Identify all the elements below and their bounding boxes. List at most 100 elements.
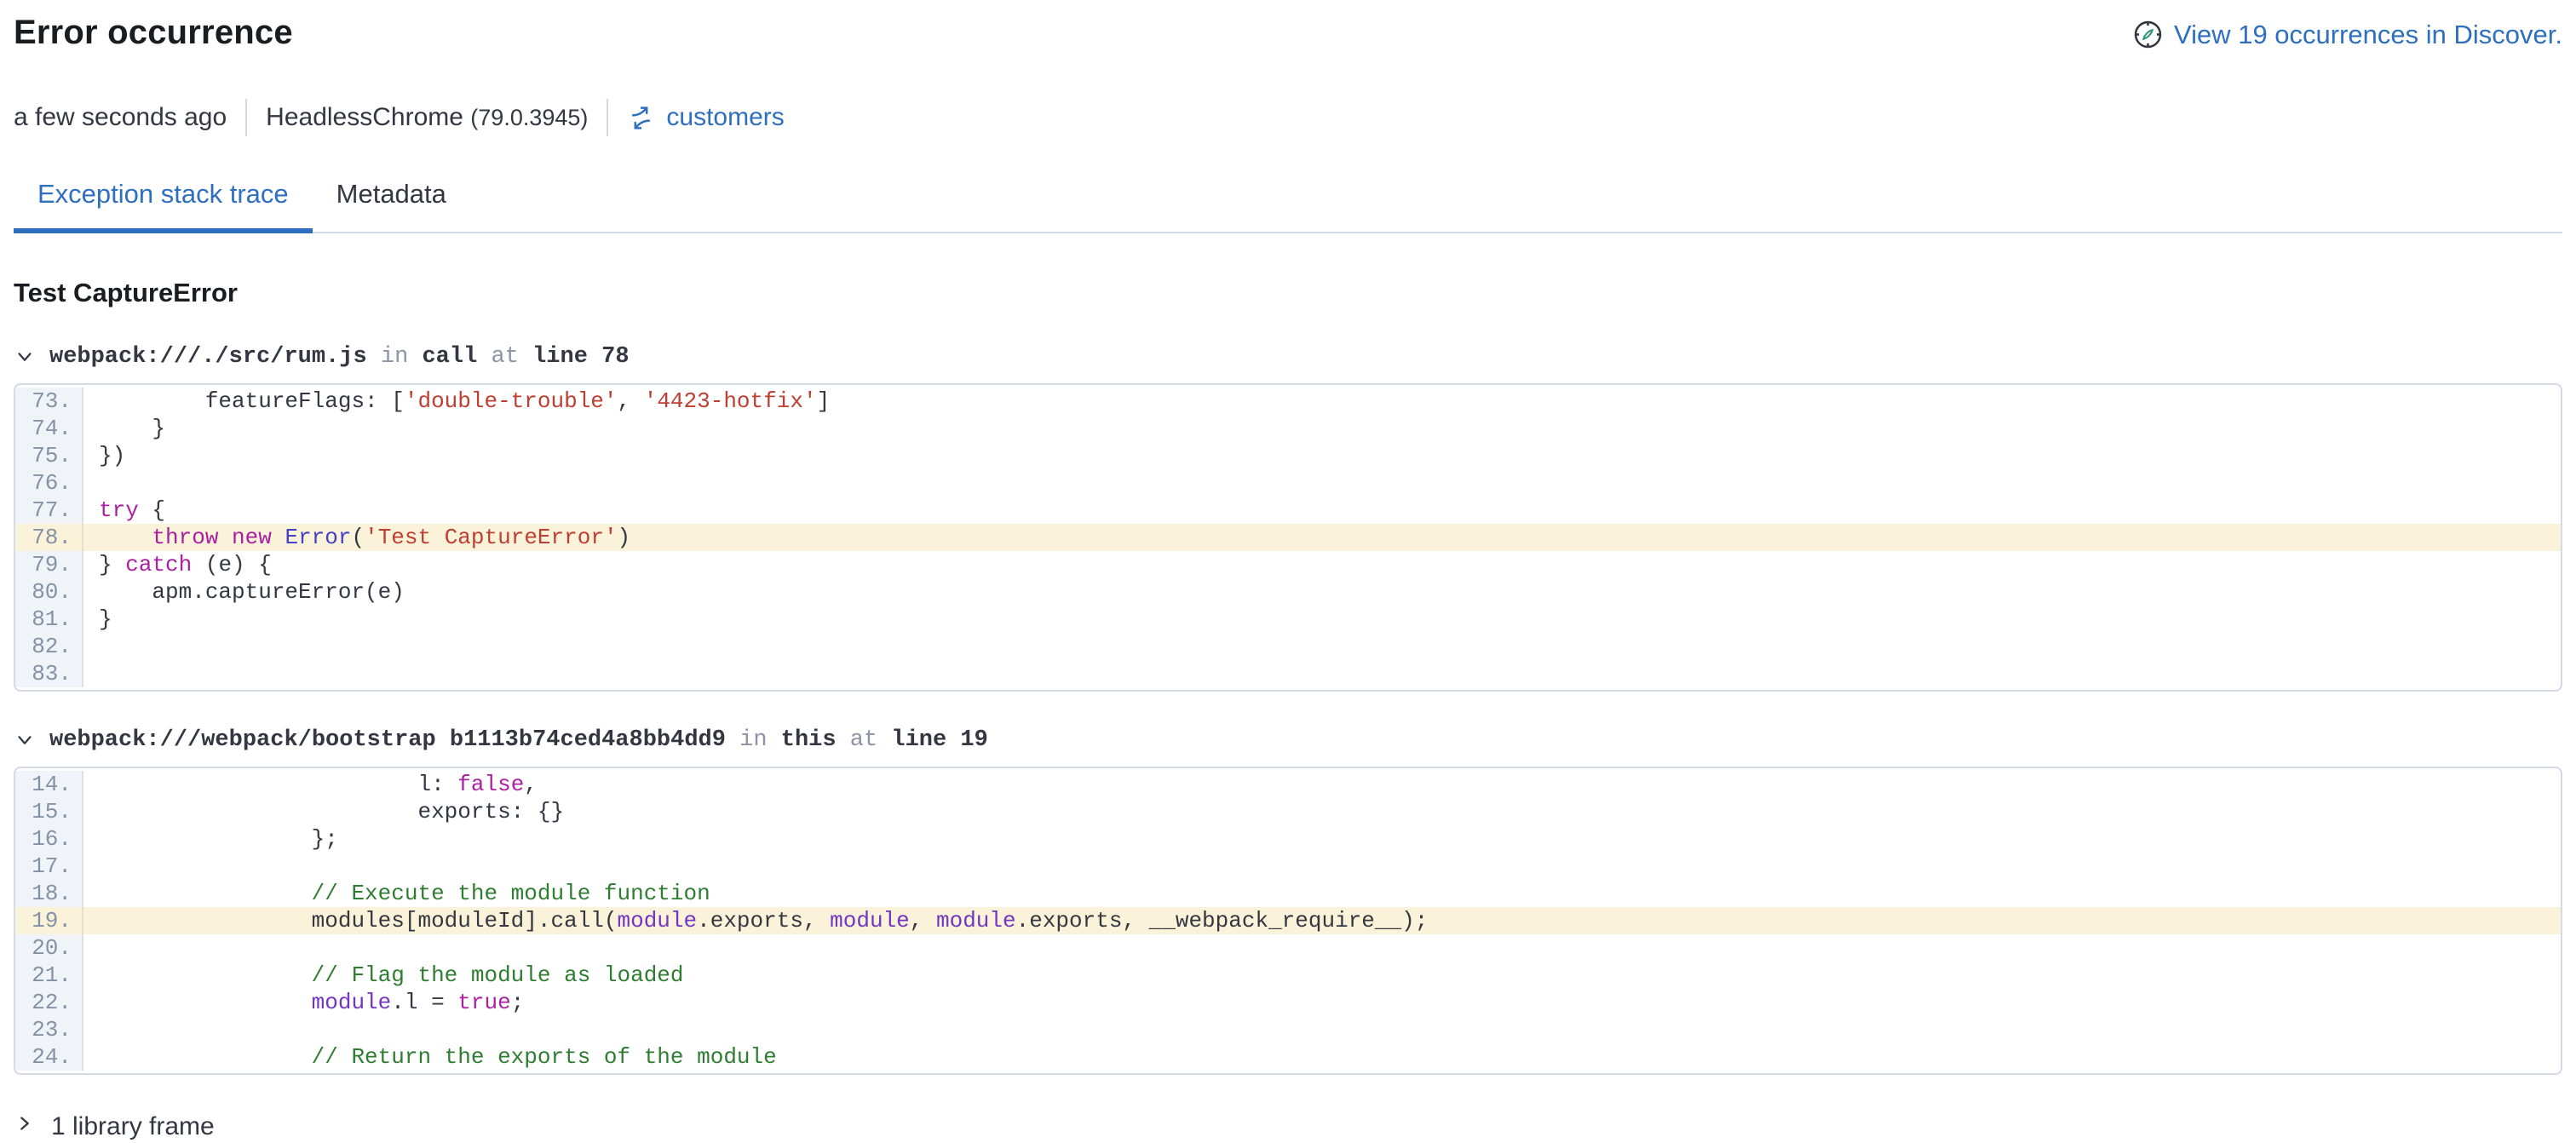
chevron-right-icon xyxy=(14,1112,36,1141)
code-text: throw new Error('Test CaptureError') xyxy=(83,524,630,551)
line-number: 17. xyxy=(15,853,83,880)
code-line: 77.try { xyxy=(15,497,2561,524)
code-line: 16. }; xyxy=(15,825,2561,853)
code-text: } xyxy=(83,415,165,442)
frame-line-label: line 78 xyxy=(532,344,629,370)
line-number: 24. xyxy=(15,1043,83,1071)
line-number: 22. xyxy=(15,989,83,1016)
code-text xyxy=(83,469,99,497)
code-snippet-block: 14. l: false,15. exports: {}16. };17.18.… xyxy=(14,767,2562,1075)
code-line: 74. } xyxy=(15,415,2561,442)
frame-at-word: at xyxy=(850,727,877,753)
frame-at-word: at xyxy=(492,344,519,370)
divider xyxy=(245,99,247,136)
line-number: 23. xyxy=(15,1016,83,1043)
frame-function-name: this xyxy=(781,727,837,753)
code-line: 76. xyxy=(15,469,2561,497)
frame-file-path: webpack:///./src/rum.js xyxy=(49,344,367,370)
frame-line-label: line 19 xyxy=(891,727,987,753)
view-occurrences-discover-link[interactable]: View 19 occurrences in Discover. xyxy=(2132,19,2562,50)
code-line: 73. featureFlags: ['double-trouble', '44… xyxy=(15,388,2561,415)
code-text: // Execute the module function xyxy=(83,880,710,907)
chevron-down-icon xyxy=(14,729,36,751)
discover-link-label: View 19 occurrences in Discover. xyxy=(2174,20,2562,50)
line-number: 18. xyxy=(15,880,83,907)
frame-function-name: call xyxy=(422,344,477,370)
page-header: Error occurrence View 19 occurrences in … xyxy=(14,12,2562,53)
code-line: 15. exports: {} xyxy=(15,798,2561,825)
code-line-highlighted: 19. modules[moduleId].call(module.export… xyxy=(15,907,2561,934)
code-text xyxy=(83,660,99,687)
code-line: 17. xyxy=(15,853,2561,880)
code-text xyxy=(83,934,99,962)
page-title: Error occurrence xyxy=(14,12,293,53)
line-number: 80. xyxy=(15,578,83,606)
tab-exception-stack-trace[interactable]: Exception stack trace xyxy=(14,179,313,232)
compass-icon xyxy=(2132,19,2164,50)
line-number: 78. xyxy=(15,524,83,551)
code-text: }; xyxy=(83,825,338,853)
code-line: 21. // Flag the module as loaded xyxy=(15,962,2561,989)
code-snippet-block: 73. featureFlags: ['double-trouble', '44… xyxy=(14,383,2562,692)
code-line: 82. xyxy=(15,633,2561,660)
stack-frame-header-1[interactable]: webpack:///webpack/bootstrap b1113b74ced… xyxy=(14,727,2562,753)
code-text: exports: {} xyxy=(83,798,564,825)
frame-in-word xyxy=(367,344,381,370)
code-text xyxy=(83,853,99,880)
divider xyxy=(607,99,608,136)
code-line-highlighted: 78. throw new Error('Test CaptureError') xyxy=(15,524,2561,551)
tab-metadata[interactable]: Metadata xyxy=(313,179,470,232)
line-number: 82. xyxy=(15,633,83,660)
browser-label: HeadlessChrome (79.0.3945) xyxy=(266,103,588,132)
line-number: 76. xyxy=(15,469,83,497)
code-line: 81.} xyxy=(15,606,2561,633)
code-line: 75.}) xyxy=(15,442,2561,469)
code-text: l: false, xyxy=(83,771,538,798)
line-number: 83. xyxy=(15,660,83,687)
code-text: try { xyxy=(83,497,165,524)
code-text: apm.captureError(e) xyxy=(83,578,405,606)
line-number: 20. xyxy=(15,934,83,962)
code-text: modules[moduleId].call(module.exports, m… xyxy=(83,907,1428,934)
line-number: 21. xyxy=(15,962,83,989)
stack-frame-header-0[interactable]: webpack:///./src/rum.js in call at line … xyxy=(14,344,2562,370)
error-occurrence-page: Error occurrence View 19 occurrences in … xyxy=(0,0,2576,1141)
line-number: 15. xyxy=(15,798,83,825)
line-number: 81. xyxy=(15,606,83,633)
chevron-down-icon xyxy=(14,346,36,368)
code-text: } xyxy=(83,606,112,633)
code-line: 83. xyxy=(15,660,2561,687)
code-line: 24. // Return the exports of the module xyxy=(15,1043,2561,1071)
error-culprit-title: Test CaptureError xyxy=(14,278,2562,308)
library-frames-toggle[interactable]: 1 library frame xyxy=(14,1112,2562,1141)
code-text: // Flag the module as loaded xyxy=(83,962,684,989)
line-number: 79. xyxy=(15,551,83,578)
merge-arrows-icon xyxy=(627,104,655,132)
code-line: 20. xyxy=(15,934,2561,962)
line-number: 74. xyxy=(15,415,83,442)
browser-name: HeadlessChrome xyxy=(266,103,463,131)
code-line: 80. apm.captureError(e) xyxy=(15,578,2561,606)
line-number: 77. xyxy=(15,497,83,524)
code-text: // Return the exports of the module xyxy=(83,1043,777,1071)
service-link[interactable]: customers xyxy=(627,103,784,132)
code-line: 18. // Execute the module function xyxy=(15,880,2561,907)
code-text xyxy=(83,1016,99,1043)
code-line: 22. module.l = true; xyxy=(15,989,2561,1016)
line-number: 73. xyxy=(15,388,83,415)
code-text: module.l = true; xyxy=(83,989,524,1016)
code-text: }) xyxy=(83,442,125,469)
frame-file-path: webpack:///webpack/bootstrap b1113b74ced… xyxy=(49,727,726,753)
code-text: featureFlags: ['double-trouble', '4423-h… xyxy=(83,388,830,415)
code-text: } catch (e) { xyxy=(83,551,272,578)
tabs: Exception stack trace Metadata xyxy=(14,179,2562,233)
service-name-label: customers xyxy=(666,103,784,132)
line-number: 19. xyxy=(15,907,83,934)
code-text xyxy=(83,633,99,660)
frame-in-word xyxy=(726,727,739,753)
occurrence-summary-bar: a few seconds ago HeadlessChrome (79.0.3… xyxy=(14,99,2562,136)
browser-version: (79.0.3945) xyxy=(470,105,588,130)
line-number: 75. xyxy=(15,442,83,469)
line-number: 16. xyxy=(15,825,83,853)
code-line: 23. xyxy=(15,1016,2561,1043)
